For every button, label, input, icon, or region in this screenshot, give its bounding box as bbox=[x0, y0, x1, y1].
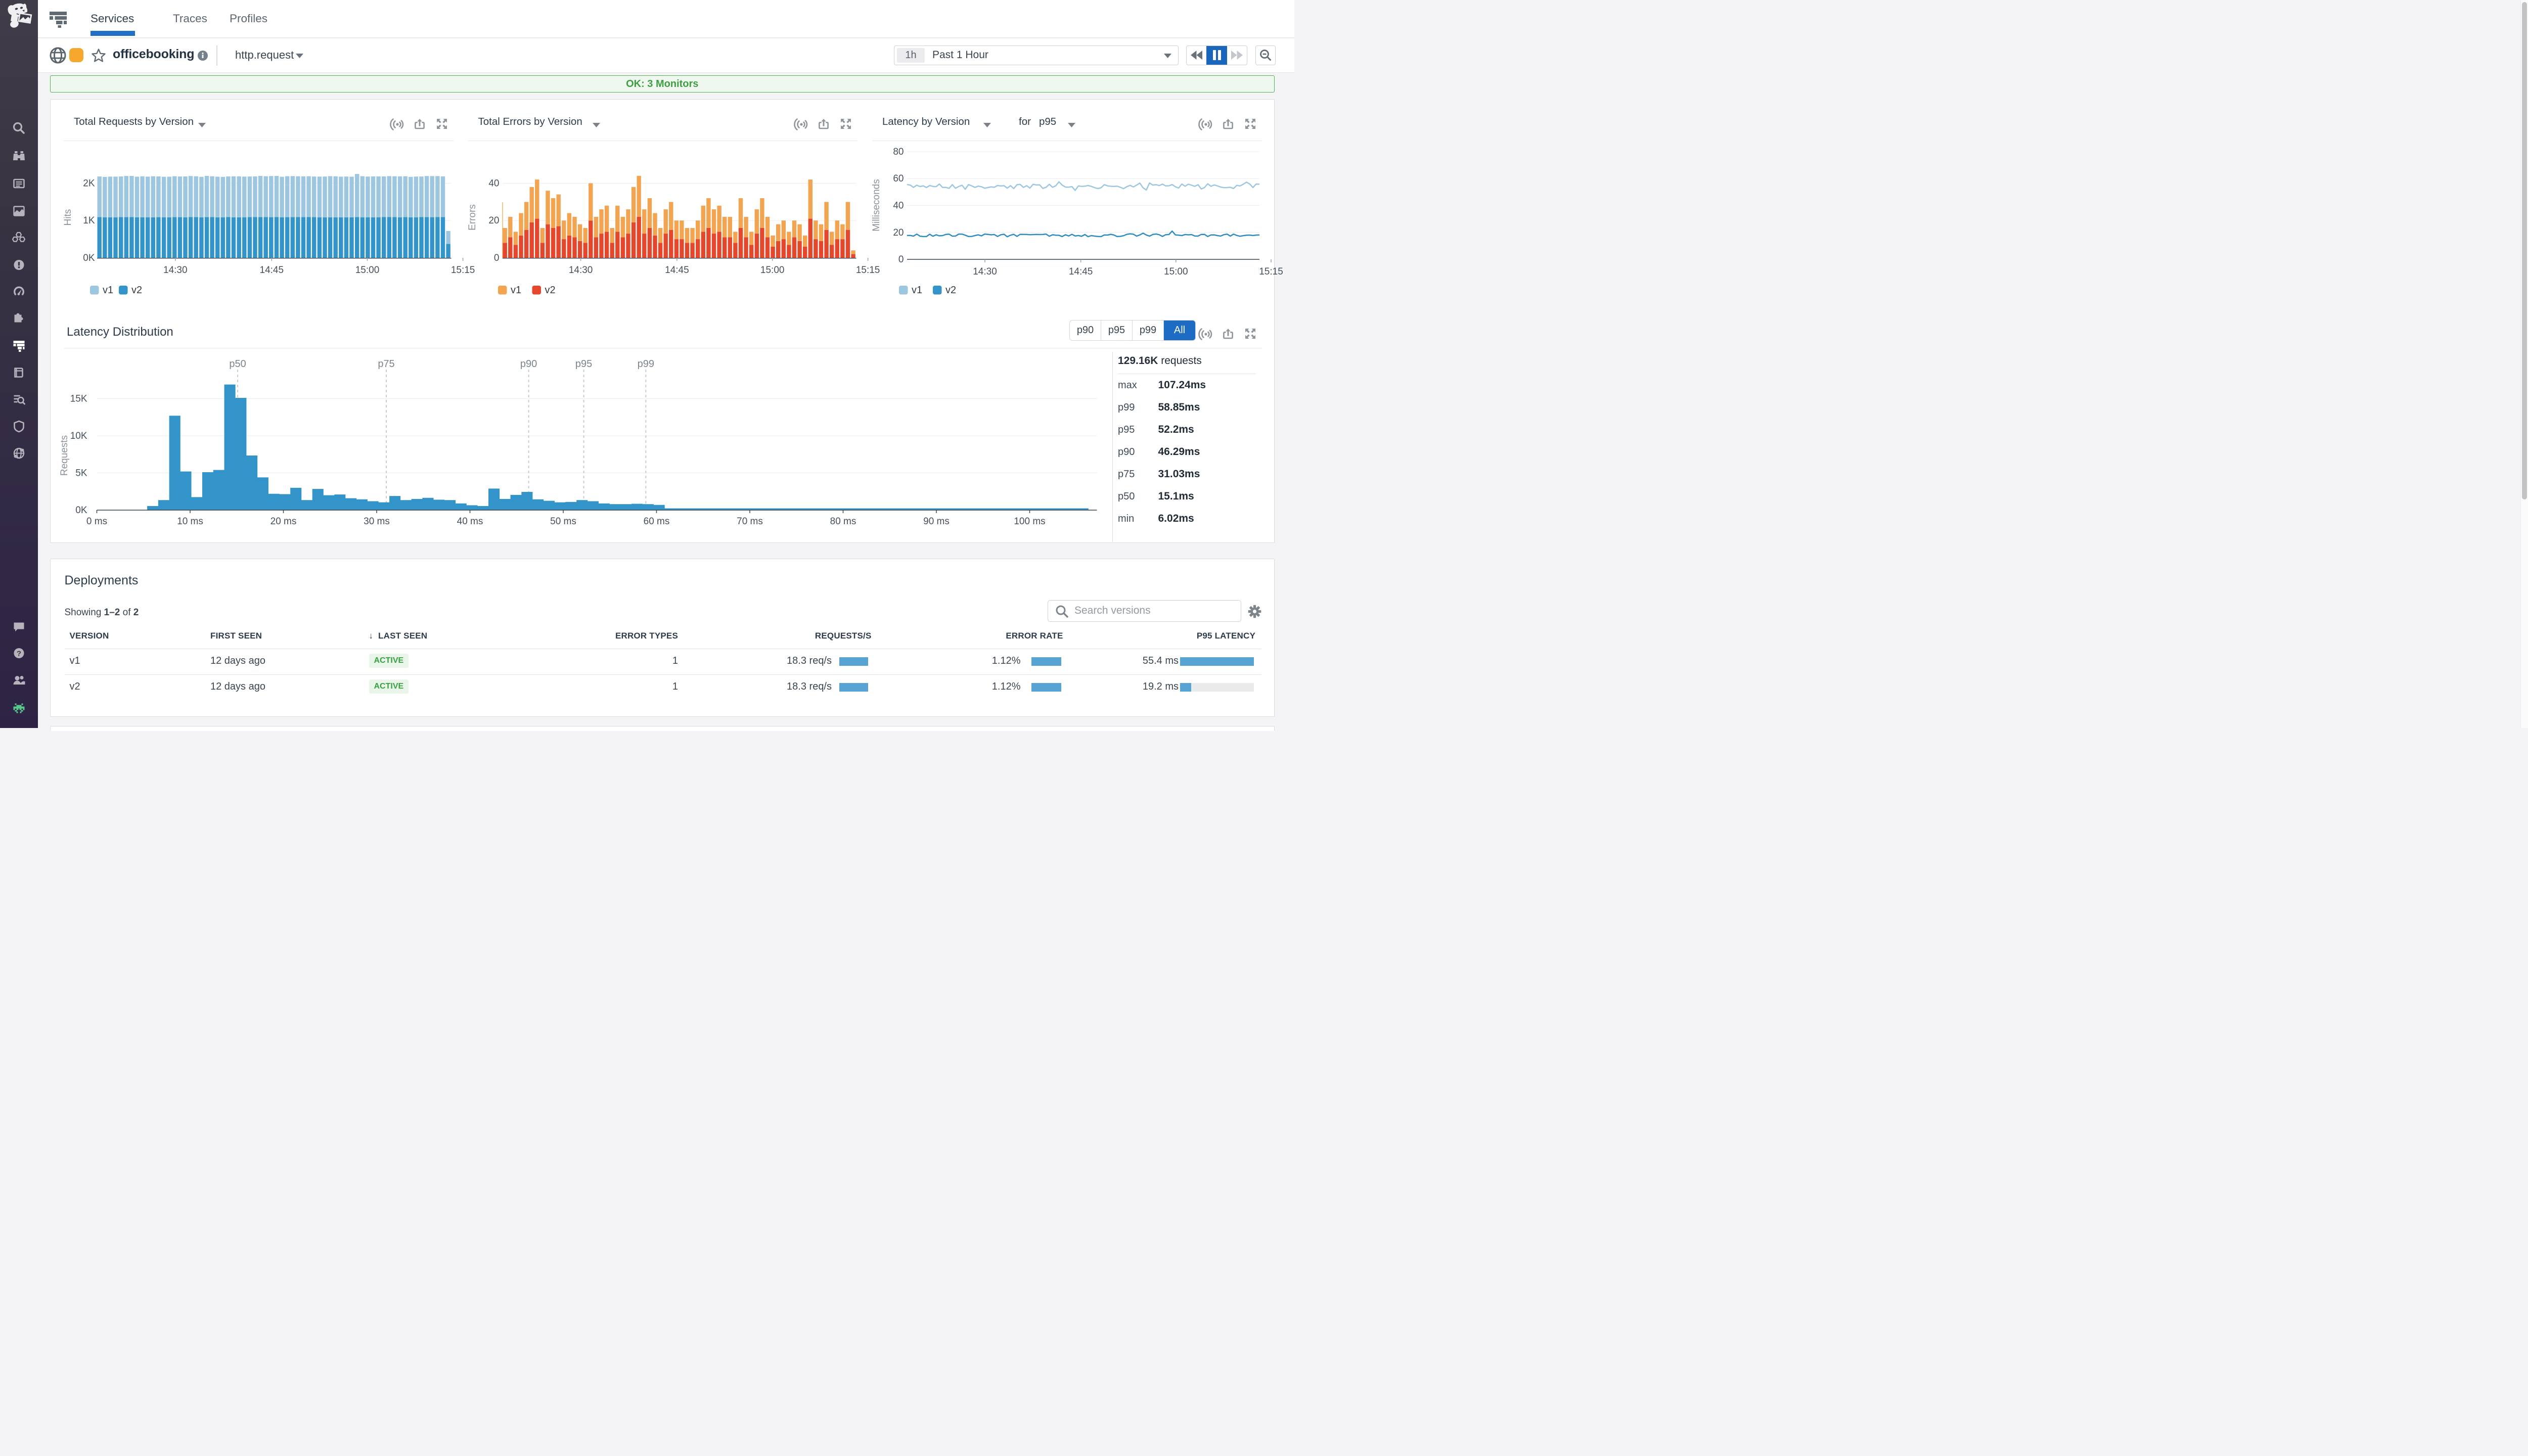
svg-text:40 ms: 40 ms bbox=[457, 516, 483, 527]
svg-text:v2: v2 bbox=[545, 285, 555, 296]
svg-text:15:00: 15:00 bbox=[760, 265, 784, 276]
svg-text:20: 20 bbox=[488, 215, 499, 226]
svg-text:0: 0 bbox=[493, 253, 499, 263]
svg-text:60: 60 bbox=[893, 173, 904, 184]
svg-text:5K: 5K bbox=[75, 468, 87, 479]
svg-text:1K: 1K bbox=[83, 215, 95, 226]
svg-text:Milliseconds: Milliseconds bbox=[871, 179, 882, 231]
svg-text:v2: v2 bbox=[945, 285, 956, 296]
svg-text:10K: 10K bbox=[70, 431, 87, 441]
svg-text:14:45: 14:45 bbox=[665, 265, 689, 276]
svg-text:p50: p50 bbox=[229, 358, 246, 370]
svg-text:30 ms: 30 ms bbox=[364, 516, 390, 527]
svg-text:70 ms: 70 ms bbox=[737, 516, 763, 527]
svg-text:v2: v2 bbox=[131, 285, 142, 296]
svg-text:0 ms: 0 ms bbox=[86, 516, 107, 527]
svg-text:15:15: 15:15 bbox=[1259, 266, 1283, 277]
svg-text:80: 80 bbox=[893, 147, 904, 157]
svg-text:14:30: 14:30 bbox=[568, 265, 593, 276]
svg-text:14:45: 14:45 bbox=[1069, 266, 1093, 277]
svg-text:15K: 15K bbox=[70, 394, 87, 404]
svg-text:80 ms: 80 ms bbox=[830, 516, 856, 527]
svg-text:40: 40 bbox=[488, 178, 499, 189]
svg-text:50 ms: 50 ms bbox=[550, 516, 576, 527]
svg-text:10 ms: 10 ms bbox=[177, 516, 203, 527]
svg-text:v1: v1 bbox=[912, 285, 922, 296]
svg-text:2K: 2K bbox=[83, 178, 95, 189]
svg-text:0: 0 bbox=[898, 254, 904, 265]
svg-text:14:30: 14:30 bbox=[163, 265, 188, 276]
svg-text:Requests: Requests bbox=[59, 435, 70, 476]
svg-text:p99: p99 bbox=[638, 358, 654, 370]
svg-text:20 ms: 20 ms bbox=[270, 516, 297, 527]
svg-text:100 ms: 100 ms bbox=[1014, 516, 1045, 527]
svg-text:Hits: Hits bbox=[63, 209, 73, 226]
svg-text:Errors: Errors bbox=[467, 204, 478, 231]
svg-text:15:00: 15:00 bbox=[355, 265, 380, 276]
svg-text:20: 20 bbox=[893, 228, 904, 238]
svg-text:p95: p95 bbox=[575, 358, 592, 370]
svg-text:90 ms: 90 ms bbox=[923, 516, 950, 527]
svg-text:p75: p75 bbox=[378, 358, 394, 370]
svg-text:60 ms: 60 ms bbox=[644, 516, 670, 527]
svg-text:40: 40 bbox=[893, 201, 904, 211]
svg-text:?: ? bbox=[17, 650, 21, 658]
svg-text:v1: v1 bbox=[103, 285, 113, 296]
svg-text:14:30: 14:30 bbox=[973, 266, 997, 277]
svg-text:0K: 0K bbox=[75, 505, 87, 516]
svg-text:v1: v1 bbox=[511, 285, 521, 296]
svg-text:15:00: 15:00 bbox=[1164, 266, 1188, 277]
svg-text:14:45: 14:45 bbox=[260, 265, 284, 276]
svg-text:p90: p90 bbox=[520, 358, 537, 370]
svg-text:0K: 0K bbox=[83, 253, 95, 263]
